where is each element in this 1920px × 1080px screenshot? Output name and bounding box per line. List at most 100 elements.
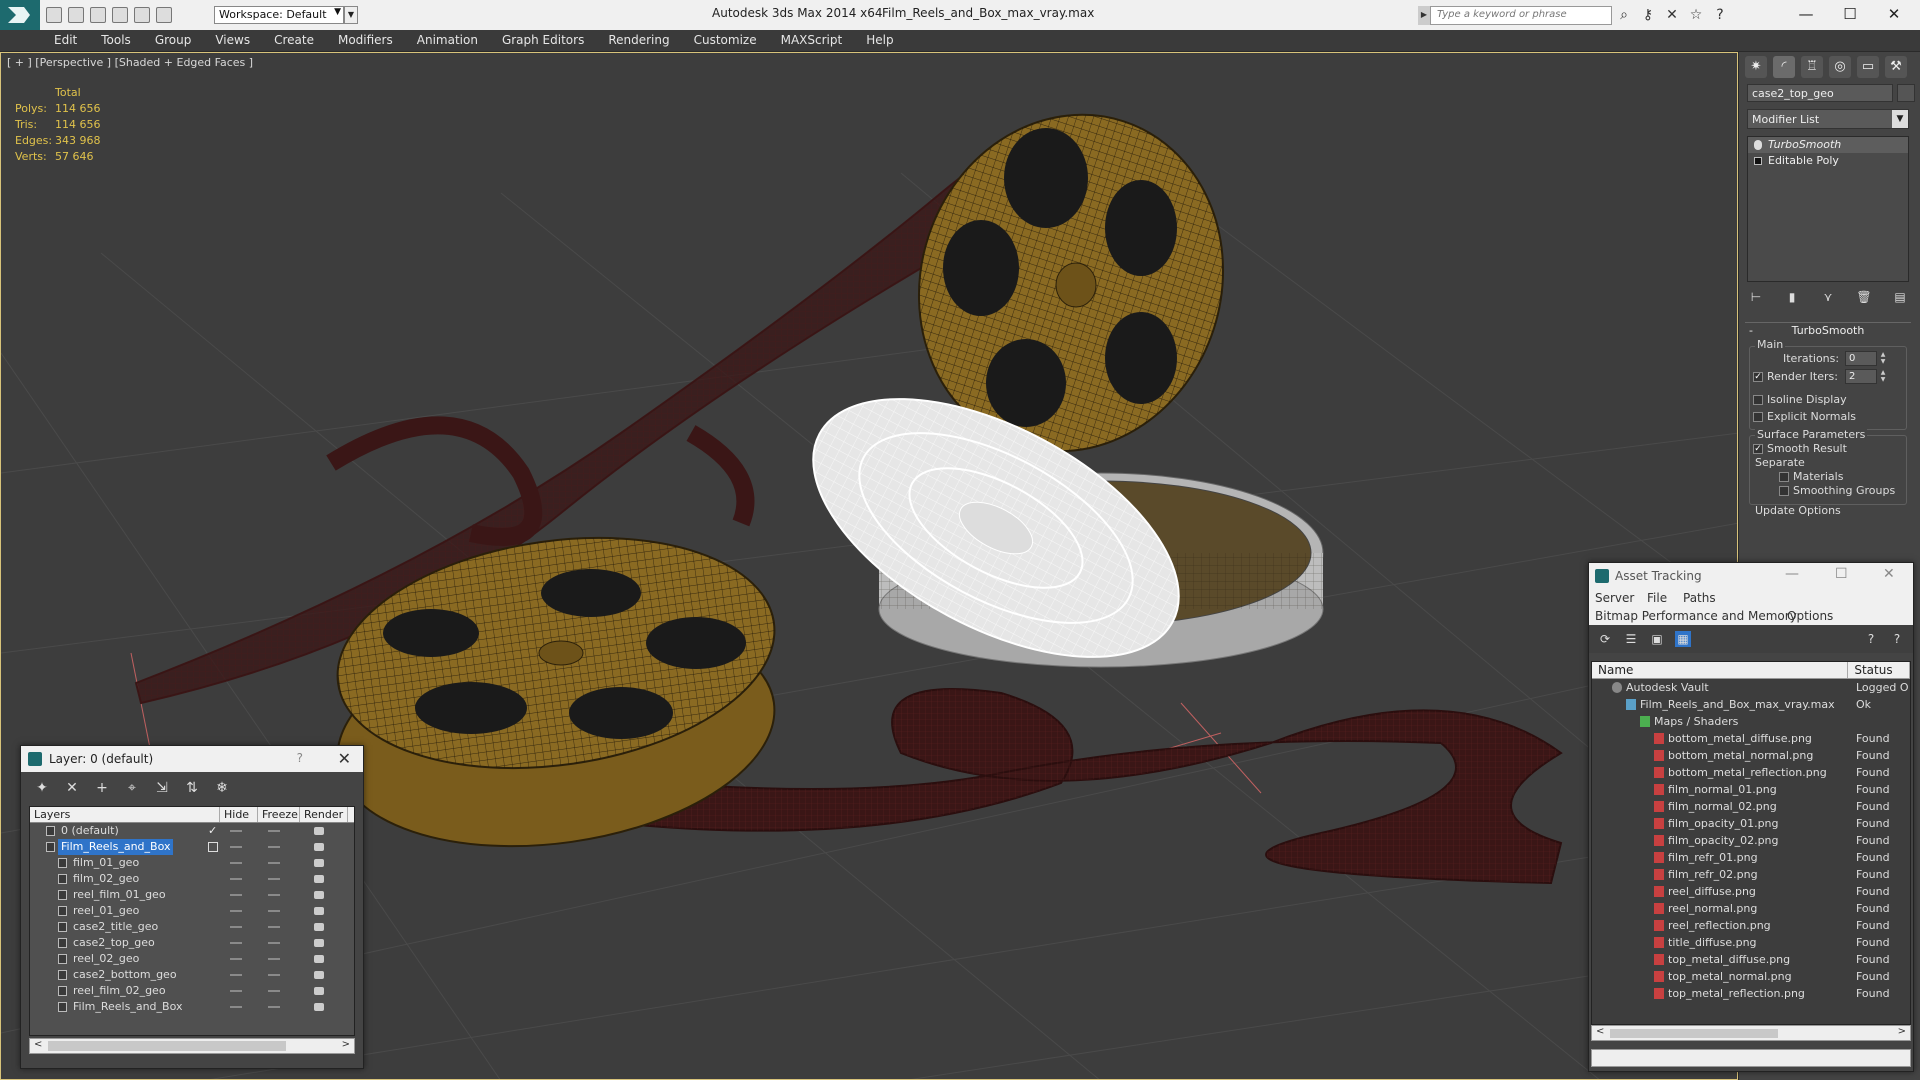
layer-row[interactable]: 0 (default) ✓ <box>30 823 354 839</box>
asset-row[interactable]: reel_diffuse.png Found <box>1592 883 1910 900</box>
menu-paths[interactable]: Paths <box>1683 591 1716 605</box>
help-icon[interactable]: ? <box>1863 631 1879 647</box>
render-teapot-icon[interactable] <box>314 891 324 899</box>
asset-row[interactable]: bottom_metal_normal.png Found <box>1592 747 1910 764</box>
layer-name[interactable]: reel_02_geo <box>70 951 142 967</box>
column-hide[interactable]: Hide <box>220 807 258 822</box>
asset-row[interactable]: film_normal_01.png Found <box>1592 781 1910 798</box>
menu-graph-editors[interactable]: Graph Editors <box>502 33 584 47</box>
menu-options[interactable]: Options <box>1787 609 1833 623</box>
hide-toggle[interactable] <box>230 942 242 944</box>
remove-modifier-icon[interactable]: 🗑 <box>1855 288 1873 306</box>
display-tab-icon[interactable]: ▭ <box>1857 56 1879 78</box>
table-view-icon[interactable]: ▦ <box>1675 631 1691 647</box>
modify-tab-icon[interactable]: ◜ <box>1773 56 1795 78</box>
render-teapot-icon[interactable] <box>314 859 324 867</box>
render-teapot-icon[interactable] <box>314 987 324 995</box>
render-iters-checkbox[interactable]: ✓ <box>1753 372 1763 382</box>
exchange-icon[interactable]: ✕ <box>1664 7 1680 23</box>
scroll-left-icon[interactable]: < <box>1596 1026 1604 1037</box>
project-folder-icon[interactable] <box>156 7 172 23</box>
asset-row[interactable]: bottom_metal_diffuse.png Found <box>1592 730 1910 747</box>
open-file-icon[interactable] <box>68 7 84 23</box>
maximize-icon[interactable]: ☐ <box>1835 566 1848 582</box>
hide-toggle[interactable] <box>230 990 242 992</box>
list-view-icon[interactable]: ☰ <box>1623 631 1639 647</box>
column-freeze[interactable]: Freeze <box>258 807 300 822</box>
asset-row[interactable]: Autodesk Vault Logged O <box>1592 679 1910 696</box>
menu-rendering[interactable]: Rendering <box>608 33 669 47</box>
asset-dialog-titlebar[interactable]: Asset Tracking — ☐ ✕ <box>1589 563 1913 589</box>
asset-path-field[interactable] <box>1591 1049 1911 1067</box>
layer-row[interactable]: reel_film_01_geo <box>30 887 354 903</box>
freeze-toggle[interactable] <box>268 846 280 848</box>
asset-row[interactable]: film_opacity_02.png Found <box>1592 832 1910 849</box>
hide-toggle[interactable] <box>230 974 242 976</box>
hide-toggle[interactable] <box>230 862 242 864</box>
hide-toggle[interactable] <box>230 1006 242 1008</box>
render-teapot-icon[interactable] <box>314 955 324 963</box>
render-teapot-icon[interactable] <box>314 827 324 835</box>
column-status[interactable]: Status <box>1848 662 1910 678</box>
hide-toggle[interactable] <box>230 894 242 896</box>
asset-row[interactable]: reel_normal.png Found <box>1592 900 1910 917</box>
refresh-icon[interactable]: ⟳ <box>1597 631 1613 647</box>
layer-row[interactable]: Film_Reels_and_Box <box>30 839 354 855</box>
undo-icon[interactable] <box>112 7 128 23</box>
layer-name[interactable]: case2_title_geo <box>70 919 161 935</box>
freeze-toggle[interactable] <box>268 942 280 944</box>
highlight-selected-icon[interactable]: ⇲ <box>153 779 171 797</box>
layer-name[interactable]: case2_bottom_geo <box>70 967 180 983</box>
hide-toggle[interactable] <box>230 878 242 880</box>
asset-row[interactable]: reel_reflection.png Found <box>1592 917 1910 934</box>
vault-help-icon[interactable]: ? <box>1889 631 1905 647</box>
create-tab-icon[interactable]: ✷ <box>1745 56 1767 78</box>
show-end-result-icon[interactable]: ▮ <box>1783 288 1801 306</box>
hierarchy-tab-icon[interactable]: ♖ <box>1801 56 1823 78</box>
smooth-result-checkbox[interactable]: ✓ <box>1753 444 1763 454</box>
new-file-icon[interactable] <box>46 7 62 23</box>
save-file-icon[interactable] <box>90 7 106 23</box>
asset-horizontal-scrollbar[interactable]: < > <box>1591 1025 1911 1041</box>
modifier-list-dropdown[interactable]: Modifier List ▼ <box>1747 109 1909 129</box>
layer-name[interactable]: 0 (default) <box>58 823 122 839</box>
spinner-arrows-icon[interactable]: ▲ ▼ <box>1879 369 1887 384</box>
column-layers[interactable]: Layers <box>30 807 220 822</box>
layer-name[interactable]: Film_Reels_and_Box <box>58 839 174 855</box>
hide-toggle[interactable] <box>230 910 242 912</box>
add-to-layer-icon[interactable]: + <box>93 779 111 797</box>
layer-name[interactable]: case2_top_geo <box>70 935 158 951</box>
menu-help[interactable]: Help <box>866 33 893 47</box>
layer-row[interactable]: reel_film_02_geo <box>30 983 354 999</box>
menu-customize[interactable]: Customize <box>694 33 757 47</box>
column-name[interactable]: Name <box>1592 662 1849 678</box>
object-color-swatch[interactable] <box>1897 84 1915 102</box>
menu-edit[interactable]: Edit <box>54 33 77 47</box>
asset-row[interactable]: top_metal_reflection.png Found <box>1592 985 1910 1002</box>
layer-name[interactable]: reel_film_01_geo <box>70 887 169 903</box>
asset-row[interactable]: film_refr_02.png Found <box>1592 866 1910 883</box>
close-icon[interactable]: ✕ <box>1883 566 1895 582</box>
maximize-button[interactable]: ☐ <box>1828 2 1872 26</box>
layer-row[interactable]: case2_bottom_geo <box>30 967 354 983</box>
scroll-right-icon[interactable]: > <box>1898 1026 1906 1037</box>
utilities-tab-icon[interactable]: ⚒ <box>1885 56 1907 78</box>
menu-animation[interactable]: Animation <box>417 33 478 47</box>
select-layer-objects-icon[interactable]: ⌖ <box>123 779 141 797</box>
viewport-label[interactable]: [ + ] [Perspective ] [Shaded + Edged Fac… <box>7 56 253 69</box>
menu-tools[interactable]: Tools <box>101 33 131 47</box>
menu-create[interactable]: Create <box>274 33 314 47</box>
turbosmooth-rollout-header[interactable]: - TurboSmooth <box>1745 322 1911 338</box>
column-render[interactable]: Render <box>300 807 348 822</box>
layer-name[interactable]: film_02_geo <box>70 871 142 887</box>
hide-toggle[interactable] <box>230 846 242 848</box>
binoculars-icon[interactable]: ⌕ <box>1616 7 1632 23</box>
minimize-icon[interactable]: — <box>1785 566 1799 582</box>
layer-row[interactable]: case2_title_geo <box>30 919 354 935</box>
expand-icon[interactable] <box>1754 157 1762 165</box>
layer-row[interactable]: Film_Reels_and_Box <box>30 999 354 1015</box>
freeze-toggle[interactable] <box>268 878 280 880</box>
freeze-toggle[interactable] <box>268 926 280 928</box>
freeze-toggle[interactable] <box>268 830 280 832</box>
tree-view-icon[interactable]: ▣ <box>1649 631 1665 647</box>
